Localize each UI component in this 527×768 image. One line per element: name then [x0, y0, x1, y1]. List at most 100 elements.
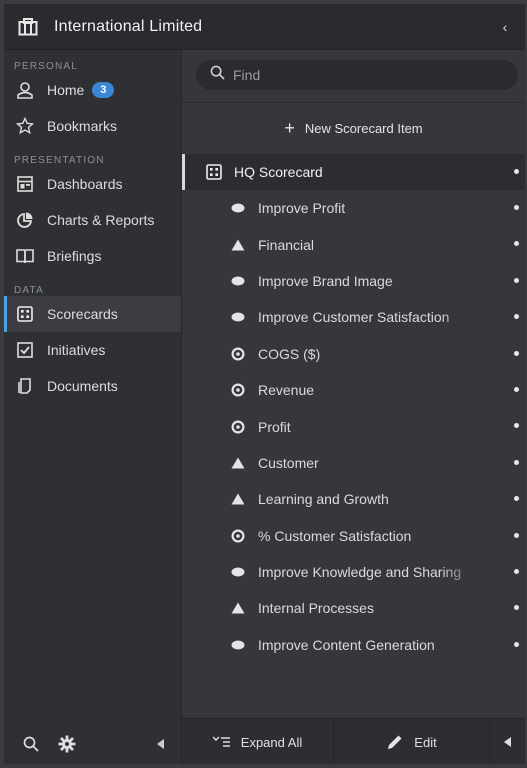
pie-chart-icon: [14, 209, 36, 231]
row-menu-dot[interactable]: [514, 423, 519, 429]
scorecard-item-row[interactable]: Improve Customer Satisfaction: [182, 299, 525, 335]
scorecard-item-row[interactable]: % Customer Satisfaction: [182, 518, 525, 554]
search-box[interactable]: [196, 60, 518, 90]
scorecard-item-label: COGS ($): [258, 345, 321, 362]
scorecard-item-row[interactable]: Revenue: [182, 372, 525, 408]
expand-all-button[interactable]: Expand All: [182, 719, 334, 764]
new-scorecard-item-button[interactable]: + New Scorecard Item: [182, 108, 525, 148]
sidebar-item-initiatives[interactable]: Initiatives: [4, 332, 181, 368]
row-menu-dot[interactable]: [514, 386, 519, 392]
app-header: International Limited ‹: [4, 4, 525, 50]
gear-icon[interactable]: [56, 733, 78, 755]
scorecard-item-row[interactable]: Improve Profit: [182, 190, 525, 226]
app-title: International Limited: [54, 17, 203, 35]
scorecard-item-label: Improve Customer Satisfaction: [258, 309, 450, 326]
scorecard-item-label: Improve Content Generation: [258, 636, 435, 653]
sidebar-item-label: Scorecards: [47, 306, 118, 322]
sidebar-item-label: Briefings: [47, 248, 102, 264]
kpi-target-icon: [230, 346, 246, 362]
row-menu-dot[interactable]: [514, 350, 519, 356]
triangle-icon: [230, 237, 246, 253]
row-menu-dot[interactable]: [514, 314, 519, 320]
objective-dot-icon: [230, 564, 246, 580]
objective-dot-icon: [230, 637, 246, 653]
checkbox-icon: [14, 339, 36, 361]
edit-label: Edit: [414, 734, 437, 750]
triangle-icon: [230, 600, 246, 616]
collapse-sidebar-icon[interactable]: [150, 733, 172, 755]
scorecard-item-row[interactable]: Profit: [182, 408, 525, 444]
scorecard-icon: [14, 303, 36, 325]
row-menu-dot[interactable]: [514, 241, 519, 247]
scorecard-item-row[interactable]: Improve Content Generation: [182, 627, 525, 663]
scorecard-item-label: Learning and Growth: [258, 491, 389, 508]
scorecard-item-label: % Customer Satisfaction: [258, 527, 412, 544]
sidebar-item-dashboards[interactable]: Dashboards: [4, 166, 181, 202]
search-input[interactable]: [233, 67, 493, 83]
kpi-target-icon: [230, 382, 246, 398]
row-menu-dot[interactable]: [514, 568, 519, 574]
scorecard-item-label: Customer: [258, 454, 319, 471]
scorecard-item-label: Improve Brand Image: [258, 272, 393, 289]
triangle-icon: [230, 455, 246, 471]
row-menu-dot[interactable]: [514, 641, 519, 647]
section-label-personal: PERSONAL: [14, 61, 79, 72]
row-menu-dot[interactable]: [514, 169, 519, 174]
sidebar-item-briefings[interactable]: Briefings: [4, 238, 181, 274]
chevron-left-icon: [503, 735, 512, 750]
new-item-label: New Scorecard Item: [304, 120, 423, 136]
scorecard-item-label: Profit: [258, 418, 291, 435]
expand-all-icon: [212, 736, 231, 748]
scorecard-item-label: Improve Knowledge and Sharing: [258, 564, 462, 581]
sidebar-item-label: Dashboards: [47, 176, 123, 192]
row-menu-dot[interactable]: [514, 605, 519, 611]
scorecard-item-row[interactable]: Learning and Growth: [182, 481, 525, 517]
triangle-icon: [230, 491, 246, 507]
scorecard-item-row[interactable]: Improve Brand Image: [182, 263, 525, 299]
row-menu-dot[interactable]: [514, 532, 519, 538]
document-icon: [14, 375, 36, 397]
pencil-icon: [386, 733, 404, 751]
kpi-target-icon: [230, 528, 246, 544]
edit-button[interactable]: Edit: [334, 719, 490, 764]
sidebar-item-label: Charts & Reports: [47, 212, 155, 228]
briefcase-icon: [18, 17, 38, 37]
app-window: International Limited ‹ PERSONAL Home 3 …: [4, 4, 525, 764]
collapse-header-button[interactable]: ‹: [495, 17, 515, 37]
sidebar-item-label: Home: [47, 82, 85, 98]
collapse-panel-button[interactable]: [490, 719, 525, 764]
search-icon[interactable]: [20, 733, 42, 755]
sidebar-item-scorecards[interactable]: Scorecards: [4, 296, 181, 332]
divider: [182, 102, 525, 103]
sidebar-item-bookmarks[interactable]: Bookmarks: [4, 108, 181, 144]
scorecard-item-label: Revenue: [258, 382, 315, 399]
row-menu-dot[interactable]: [514, 277, 519, 283]
scorecard-panel: + New Scorecard Item HQ Scorecard Improv…: [182, 50, 525, 764]
scorecard-item-row[interactable]: Customer: [182, 445, 525, 481]
scorecard-icon: [204, 162, 224, 182]
scorecard-item-row[interactable]: Internal Processes: [182, 590, 525, 626]
scorecard-item-row[interactable]: Improve Knowledge and Sharing: [182, 554, 525, 590]
sidebar-item-label: Documents: [47, 378, 118, 394]
section-label-presentation: PRESENTATION: [14, 155, 105, 166]
expand-all-label: Expand All: [240, 734, 303, 750]
objective-dot-icon: [230, 200, 246, 216]
objective-dot-icon: [230, 273, 246, 289]
dashboard-icon: [14, 173, 36, 195]
row-menu-dot[interactable]: [514, 459, 519, 465]
sidebar-item-label: Initiatives: [47, 342, 106, 358]
kpi-target-icon: [230, 419, 246, 435]
sidebar-item-documents[interactable]: Documents: [4, 368, 181, 404]
scorecard-root-row[interactable]: HQ Scorecard: [182, 154, 525, 190]
row-menu-dot[interactable]: [514, 496, 519, 502]
row-menu-dot[interactable]: [514, 205, 519, 210]
scorecard-title: HQ Scorecard: [234, 164, 323, 180]
scorecard-item-row[interactable]: COGS ($): [182, 336, 525, 372]
sidebar: PERSONAL Home 3 Bookmarks PRESENTATION D…: [4, 50, 182, 764]
book-icon: [14, 245, 36, 267]
sidebar-item-home[interactable]: Home 3: [4, 72, 181, 108]
scorecard-item-label: Financial: [258, 236, 315, 253]
scorecard-item-row[interactable]: Financial: [182, 226, 525, 262]
sidebar-item-charts-reports[interactable]: Charts & Reports: [4, 202, 181, 238]
scorecard-item-label: Improve Profit: [258, 200, 346, 217]
